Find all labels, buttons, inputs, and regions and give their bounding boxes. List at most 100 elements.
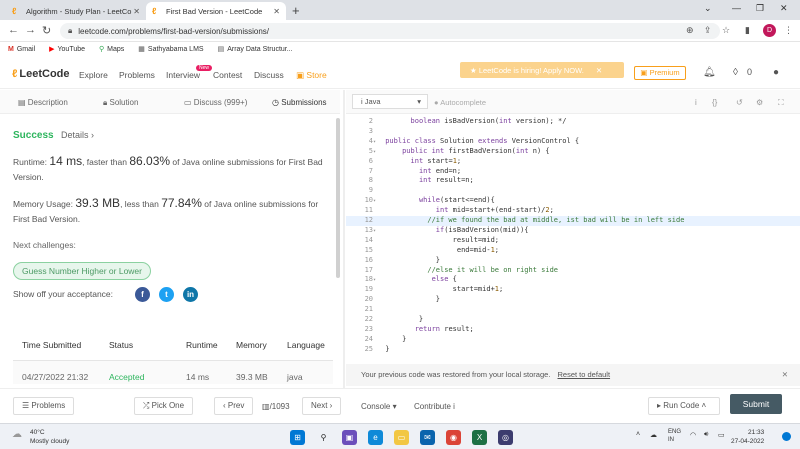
reset-icon[interactable]: ↺	[736, 98, 743, 107]
tab-discuss[interactable]: ▭ Discuss (999+)	[184, 98, 247, 107]
tab-submissions[interactable]: ◷ Submissions	[272, 98, 327, 107]
wifi-icon[interactable]: ◠	[690, 431, 696, 439]
code-line[interactable]: 12 //if we found the bad at middle, ist …	[346, 216, 800, 226]
pane-splitter[interactable]	[343, 90, 345, 390]
language-select[interactable]: i Java ▾	[352, 94, 428, 109]
code-line[interactable]: 18▾ else {	[346, 275, 800, 285]
premium-button[interactable]: ▣ Premium	[634, 66, 686, 80]
nav-interview[interactable]: Interview	[166, 70, 200, 80]
nav-problems[interactable]: Problems	[119, 70, 155, 80]
clock[interactable]: 21:33 27-04-2022	[731, 428, 764, 446]
profile-avatar[interactable]: D	[763, 24, 776, 37]
details-link[interactable]: Details ›	[61, 130, 94, 140]
fold-arrow-icon[interactable]: ▾	[373, 149, 381, 155]
code-line[interactable]: 13▾ if(isBadVersion(mid)){	[346, 226, 800, 236]
pick-one-button[interactable]: ⤮ Pick One	[134, 397, 194, 415]
restore-icon[interactable]: ❐	[756, 3, 764, 14]
tab-search-icon[interactable]: ⌄	[704, 3, 712, 14]
reset-default-link[interactable]: Reset to default	[558, 370, 611, 379]
code-line[interactable]: 15 end=mid-1;	[346, 246, 800, 256]
browser-tab-active[interactable]: ℓ First Bad Version - LeetCode ✕	[146, 2, 286, 20]
code-line[interactable]: 22 }	[346, 315, 800, 325]
nav-contest[interactable]: Contest	[213, 70, 242, 80]
code-line[interactable]: 11 int mid=start+(end-start)/2;	[346, 206, 800, 216]
left-scrollbar[interactable]	[336, 118, 340, 278]
notification-bell-icon[interactable]: 🔔︎	[703, 67, 716, 78]
browser-tab[interactable]: ℓ Algorithm - Study Plan - LeetCo ✕	[6, 2, 146, 20]
close-icon[interactable]: ✕	[782, 364, 788, 386]
nav-explore[interactable]: Explore	[79, 70, 108, 80]
code-line[interactable]: 10▾ while(start<=end){	[346, 196, 800, 206]
fold-arrow-icon[interactable]: ▾	[373, 139, 381, 145]
run-code-button[interactable]: ▸ Run Code ˄	[648, 397, 720, 415]
code-line[interactable]: 21	[346, 305, 800, 315]
settings-icon[interactable]: ⚙	[756, 98, 763, 107]
prev-button[interactable]: ‹ Prev	[214, 397, 254, 415]
forward-icon[interactable]: →	[25, 24, 36, 36]
fold-arrow-icon[interactable]: ▾	[373, 228, 381, 234]
share-icon[interactable]: ⇪	[704, 25, 712, 36]
code-line[interactable]: 24 }	[346, 335, 800, 345]
fold-arrow-icon[interactable]: ▾	[373, 277, 381, 283]
code-line[interactable]: 5▾ public int firstBadVersion(int n) {	[346, 147, 800, 157]
battery-icon[interactable]: ▭	[718, 431, 725, 439]
autocomplete-toggle[interactable]: ● Autocomplete	[434, 98, 486, 107]
leetcode-logo[interactable]: ℓ LeetCode	[12, 68, 70, 80]
hiring-banner[interactable]: ★ LeetCode is hiring! Apply NOW. ✕	[460, 62, 624, 78]
close-banner-icon[interactable]: ✕	[596, 66, 602, 75]
tab-solution[interactable]: 🔒︎ Solution	[103, 98, 138, 108]
menu-icon[interactable]: ⋮	[784, 25, 793, 36]
cloud-sync-icon[interactable]: ☁	[650, 431, 657, 439]
volume-icon[interactable]: 🔊︎	[704, 431, 708, 439]
close-tab-icon[interactable]: ✕	[273, 7, 280, 16]
code-line[interactable]: 16 }	[346, 256, 800, 266]
code-line[interactable]: 17 //else it will be on right side	[346, 266, 800, 276]
tray-chevron-icon[interactable]: ˄	[636, 431, 640, 438]
language-indicator[interactable]: ENG IN	[668, 428, 681, 444]
bookmark-star-icon[interactable]: ☆	[722, 25, 730, 36]
nav-store[interactable]: ▣ Store	[296, 70, 327, 81]
coin-icon[interactable]: ◊	[733, 67, 738, 78]
bookmark-maps[interactable]: ⚲ Maps	[99, 45, 124, 53]
app-icon[interactable]: ◎	[498, 430, 513, 445]
fullscreen-icon[interactable]: ⛶	[778, 98, 784, 108]
console-toggle[interactable]: Console ▾	[361, 402, 397, 411]
bookmark-gmail[interactable]: M Gmail	[8, 46, 35, 53]
bookmark-sathyabama[interactable]: ▦ Sathyabama LMS	[138, 45, 203, 53]
new-tab-icon[interactable]: +	[292, 3, 300, 18]
braces-icon[interactable]: {}	[712, 98, 717, 107]
close-tab-icon[interactable]: ✕	[133, 7, 140, 16]
search-icon[interactable]: ⚲	[316, 430, 331, 445]
excel-icon[interactable]: X	[472, 430, 487, 445]
code-line[interactable]: 23 return result;	[346, 325, 800, 335]
submit-button[interactable]: Submit	[730, 394, 782, 414]
close-window-icon[interactable]: ✕	[780, 3, 788, 14]
back-icon[interactable]: ←	[8, 24, 19, 36]
fold-arrow-icon[interactable]: ▾	[373, 198, 381, 204]
file-explorer-icon[interactable]: ▭	[394, 430, 409, 445]
user-avatar-icon[interactable]: ●	[773, 67, 779, 78]
code-editor[interactable]: 2 boolean isBadVersion(int version); */3…	[346, 114, 800, 364]
code-line[interactable]: 14 result=mid;	[346, 236, 800, 246]
code-line[interactable]: 2 boolean isBadVersion(int version); */	[346, 117, 800, 127]
edge-icon[interactable]: e	[368, 430, 383, 445]
code-line[interactable]: 6 int start=1;	[346, 157, 800, 167]
windows-start-icon[interactable]: ⊞	[290, 430, 305, 445]
cell-status-link[interactable]: Accepted	[109, 372, 144, 382]
url-bar[interactable]: 🔒︎ leetcode.com/problems/first-bad-versi…	[60, 23, 720, 39]
linkedin-icon[interactable]: in	[183, 287, 198, 302]
chrome-icon[interactable]: ◉	[446, 430, 461, 445]
next-button[interactable]: Next ›	[302, 397, 342, 415]
code-line[interactable]: 20 }	[346, 295, 800, 305]
code-line[interactable]: 25 }	[346, 345, 800, 355]
minimize-icon[interactable]: —	[732, 3, 741, 13]
sidepanel-icon[interactable]: ▮	[745, 25, 750, 36]
weather-widget[interactable]: ☁ 40°C Mostly cloudy	[12, 428, 69, 446]
problems-button[interactable]: ☰ Problems	[13, 397, 75, 415]
next-challenge-button[interactable]: Guess Number Higher or Lower	[13, 262, 151, 280]
info-icon[interactable]: i	[695, 98, 697, 107]
code-line[interactable]: 4▾ public class Solution extends Version…	[346, 137, 800, 147]
code-line[interactable]: 3	[346, 127, 800, 137]
contribute-link[interactable]: Contribute i	[414, 402, 455, 411]
nav-discuss[interactable]: Discuss	[254, 70, 284, 80]
